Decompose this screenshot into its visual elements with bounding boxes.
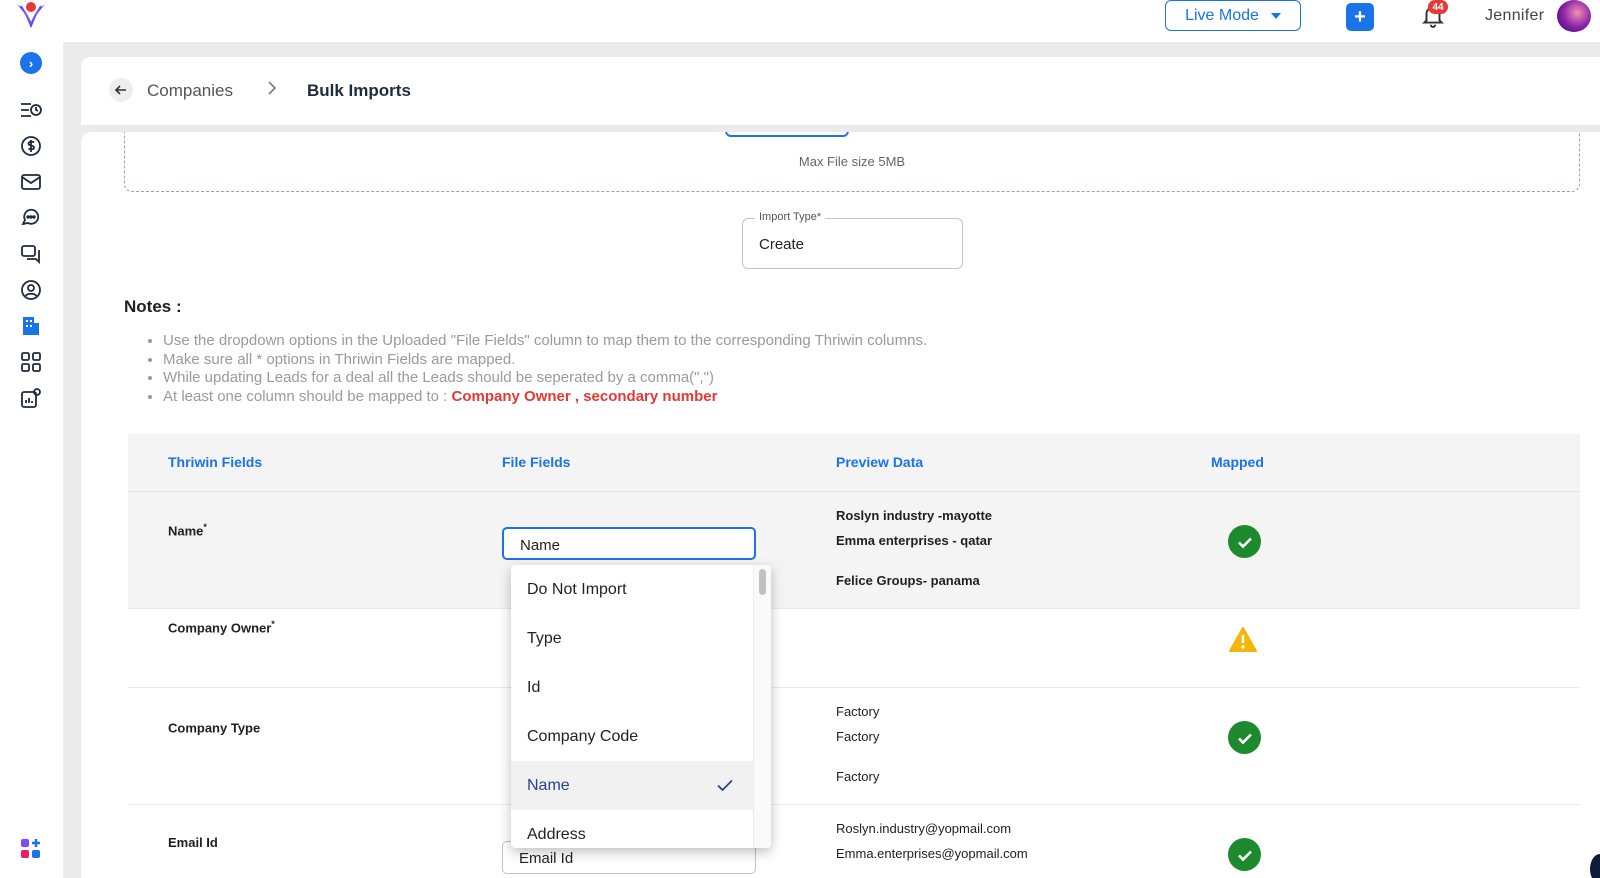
preview-data: Roslyn.industry@yopmail.com Emma.enterpr… xyxy=(836,821,1028,861)
checkmark-icon xyxy=(717,779,733,792)
dropdown-option-selected[interactable]: Name xyxy=(511,761,753,810)
mapped-check-icon xyxy=(1228,838,1261,871)
field-label: Email Id xyxy=(168,835,218,850)
top-bar: Live Mode + 44 Jennifer xyxy=(0,0,1600,42)
dropdown-option[interactable]: Address xyxy=(511,810,753,848)
notes-list: Use the dropdown options in the Uploaded… xyxy=(147,332,927,406)
dropdown-option[interactable]: Do Not Import xyxy=(511,565,753,614)
chevron-down-icon xyxy=(1270,12,1281,19)
note-item: Make sure all * options in Thriwin Field… xyxy=(163,351,927,370)
page-title: Bulk Imports xyxy=(307,81,411,100)
add-button[interactable]: + xyxy=(1346,3,1374,31)
note-item: While updating Leads for a deal all the … xyxy=(163,369,927,388)
header-thriwin-fields: Thriwin Fields xyxy=(168,454,263,470)
live-mode-dropdown[interactable]: Live Mode xyxy=(1165,0,1301,31)
notification-badge: 44 xyxy=(1428,0,1448,14)
table-row: Company Owner* xyxy=(128,609,1580,688)
apps-add-icon[interactable] xyxy=(20,838,42,860)
table-row: Company Type Factory Factory Factory xyxy=(128,688,1580,805)
thriwin-logo[interactable] xyxy=(14,0,48,32)
warning-icon xyxy=(1229,627,1257,652)
field-mapping-table: Thriwin Fields File Fields Preview Data … xyxy=(128,434,1580,878)
messages-icon[interactable] xyxy=(19,242,43,266)
import-type-label: Import Type* xyxy=(755,211,826,223)
mail-icon[interactable] xyxy=(19,170,43,194)
scrollbar-thumb[interactable] xyxy=(759,569,766,595)
field-label: Name* xyxy=(168,522,207,539)
header-preview-data: Preview Data xyxy=(836,454,924,470)
dropdown-option[interactable]: Type xyxy=(511,614,753,663)
field-label: Company Type xyxy=(168,720,261,736)
import-type-value: Create xyxy=(759,236,805,253)
import-type-select[interactable]: Import Type* Create xyxy=(742,211,963,269)
breadcrumb-companies[interactable]: Companies xyxy=(147,81,233,101)
analytics-settings-icon[interactable] xyxy=(19,386,43,410)
username[interactable]: Jennifer xyxy=(1485,7,1544,25)
note-item: Use the dropdown options in the Uploaded… xyxy=(163,332,927,351)
sidebar: › xyxy=(0,42,64,878)
note-item: At least one column should be mapped to … xyxy=(163,388,927,407)
grid-icon[interactable] xyxy=(19,350,43,374)
required-mapping-highlight: Company Owner , secondary number xyxy=(451,387,718,405)
back-button[interactable] xyxy=(109,78,133,102)
table-row: Name* Name Roslyn industry -mayotte Emma… xyxy=(128,492,1580,609)
bulk-import-panel: Max File size 5MB Import Type* Create No… xyxy=(81,132,1600,878)
header-file-fields: File Fields xyxy=(502,454,571,470)
field-label: Company Owner* xyxy=(168,619,275,636)
chevron-right-icon xyxy=(268,81,277,95)
table-header: Thriwin Fields File Fields Preview Data … xyxy=(128,434,1580,492)
mapped-check-icon xyxy=(1228,525,1261,558)
max-file-size-text: Max File size 5MB xyxy=(798,154,906,169)
user-circle-icon[interactable] xyxy=(19,278,43,302)
arrow-left-icon xyxy=(114,85,126,95)
dropdown-option[interactable]: Id xyxy=(511,663,753,712)
table-row: Email Id Email Id Roslyn.industry@yopmai… xyxy=(128,805,1580,878)
activity-list-icon[interactable] xyxy=(19,98,43,122)
companies-building-icon[interactable] xyxy=(19,314,43,338)
preview-data: Factory Factory Factory xyxy=(836,704,880,784)
live-mode-label: Live Mode xyxy=(1185,6,1259,24)
note-item-text: At least one column should be mapped to … xyxy=(163,387,452,405)
notes-title: Notes : xyxy=(124,297,182,316)
preview-data: Roslyn industry -mayotte Emma enterprise… xyxy=(836,508,993,588)
sidebar-expand-button[interactable]: › xyxy=(20,52,42,74)
file-field-dropdown-menu[interactable]: Do Not Import Type Id Company Code Name … xyxy=(511,565,771,848)
upload-button[interactable] xyxy=(725,132,849,137)
dropdown-scrollbar[interactable] xyxy=(753,565,771,848)
dropdown-option[interactable]: Company Code xyxy=(511,712,753,761)
dropdown-option-label: Name xyxy=(527,776,570,794)
mapped-check-icon xyxy=(1228,721,1261,754)
file-field-select[interactable]: Name xyxy=(502,527,756,560)
avatar[interactable] xyxy=(1557,0,1591,32)
file-upload-dropzone[interactable]: Max File size 5MB xyxy=(124,132,1580,192)
page-header: Companies Bulk Imports xyxy=(81,57,1600,125)
dollar-icon[interactable] xyxy=(19,134,43,158)
chat-bubbles-icon[interactable] xyxy=(19,206,43,230)
header-mapped: Mapped xyxy=(1211,454,1264,470)
